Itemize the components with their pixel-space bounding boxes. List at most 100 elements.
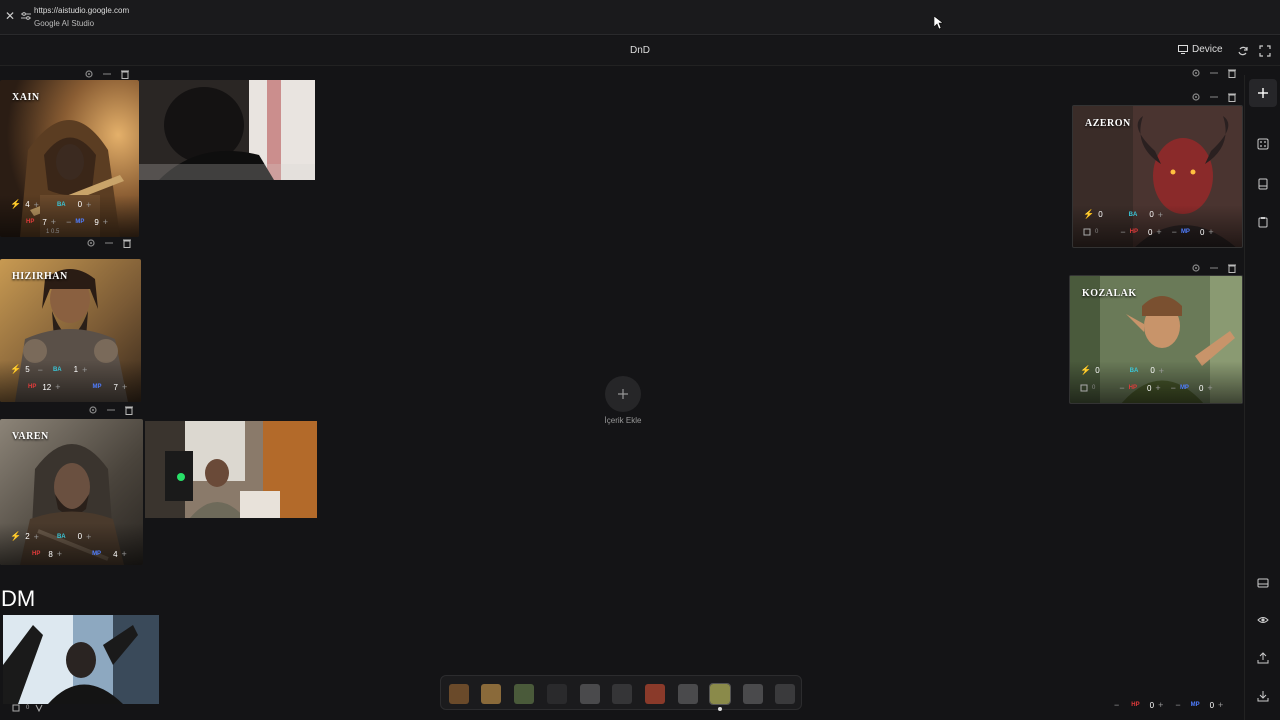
card-button[interactable] — [1249, 170, 1277, 198]
fullscreen-icon[interactable] — [1259, 45, 1271, 57]
hp-decrease[interactable]: − — [1119, 383, 1124, 393]
minimize-icon[interactable] — [106, 405, 116, 415]
mp-increase[interactable]: + — [1208, 227, 1213, 237]
minimize-icon[interactable] — [1209, 263, 1219, 273]
hp-increase[interactable]: + — [55, 382, 60, 392]
scene-thumbnail[interactable] — [514, 684, 534, 704]
scene-thumbnail[interactable] — [775, 684, 795, 704]
hp-increase[interactable]: + — [1155, 383, 1160, 393]
hp-value: 0 — [1147, 227, 1153, 237]
character-card[interactable]: VAREN ⚡ 2 + BA 0 + HP 8 + MP 4 + — [0, 419, 143, 565]
settings-icon[interactable] — [84, 69, 94, 79]
mp-increase[interactable]: + — [1207, 383, 1212, 393]
hp-increase[interactable]: + — [57, 549, 62, 559]
scene-thumbnail[interactable] — [743, 684, 763, 704]
hp-increase[interactable]: + — [1156, 227, 1161, 237]
mp-value: 4 — [113, 549, 118, 559]
mp-value: 7 — [113, 382, 118, 392]
character-card[interactable]: HIZIRHAN ⚡ 5 − BA 1 + HP 12 + MP 7 + — [0, 259, 141, 402]
mp-label: MP — [92, 551, 102, 557]
settings-icon[interactable] — [88, 405, 98, 415]
close-icon[interactable]: ✕ — [5, 10, 17, 22]
visibility-button[interactable] — [1249, 606, 1277, 634]
minimize-icon[interactable] — [1209, 92, 1219, 102]
device-button[interactable]: Device — [1178, 44, 1223, 55]
delete-icon[interactable] — [124, 405, 134, 415]
character-name: VAREN — [12, 431, 49, 442]
dice-button[interactable] — [1249, 130, 1277, 158]
dm-stats: 0 — [12, 704, 43, 712]
notes-button[interactable] — [1249, 208, 1277, 236]
device-label: Device — [1192, 44, 1223, 55]
group-controls — [1191, 68, 1237, 78]
mp-decrease[interactable]: − — [1175, 700, 1180, 710]
energy-value: 0 — [1098, 210, 1103, 219]
ba-increase[interactable]: + — [82, 365, 87, 375]
mp-increase[interactable]: + — [122, 549, 127, 559]
character-stats: ⚡ 2 + BA 0 + HP 8 + MP 4 + — [0, 523, 143, 565]
ba-increase[interactable]: + — [1159, 366, 1164, 376]
shield-icon — [12, 704, 20, 712]
character-name: AZERON — [1085, 118, 1131, 129]
mouse-cursor-icon — [934, 16, 943, 30]
mp-decrease[interactable]: − — [1171, 383, 1176, 393]
character-card[interactable]: XAIN ⚡ 4 + BA 0 + HP 7 + − MP 9 + 1 0.5 — [0, 80, 139, 237]
add-button[interactable] — [1249, 79, 1277, 107]
scene-thumbnail[interactable] — [449, 684, 469, 704]
hp-increase[interactable]: + — [51, 217, 56, 227]
mp-increase[interactable]: + — [122, 382, 127, 392]
panel-button[interactable] — [1249, 569, 1277, 597]
upload-button[interactable] — [1249, 644, 1277, 672]
mp-decrease[interactable]: − — [66, 217, 71, 227]
video-feed — [139, 80, 315, 180]
player-video — [145, 421, 317, 518]
settings-icon[interactable] — [1191, 263, 1201, 273]
scene-thumbnail[interactable] — [547, 684, 567, 704]
delete-icon[interactable] — [120, 69, 130, 79]
character-card[interactable]: KOZALAK ⚡ 0 BA 0 + 0 − HP 0 + − MP 0 + — [1069, 275, 1243, 404]
settings-icon[interactable] — [86, 238, 96, 248]
settings-icon[interactable] — [1191, 92, 1201, 102]
minimize-icon[interactable] — [1209, 68, 1219, 78]
add-content-button[interactable] — [605, 376, 641, 412]
energy-increase[interactable]: + — [34, 532, 39, 542]
hp-decrease[interactable]: − — [1114, 700, 1119, 710]
add-content-label: İçerik Ekle — [604, 416, 642, 425]
page-title: DnD — [629, 45, 650, 56]
scene-thumbnail[interactable] — [580, 684, 600, 704]
mp-increase[interactable]: + — [1218, 700, 1223, 710]
mp-increase[interactable]: + — [103, 217, 108, 227]
scene-thumbnail[interactable] — [612, 684, 632, 704]
delete-icon[interactable] — [1227, 68, 1237, 78]
url-text[interactable]: https://aistudio.google.com — [34, 6, 129, 15]
sync-icon[interactable] — [1237, 45, 1249, 57]
character-card[interactable]: AZERON ⚡ 0 BA 0 + 0 − HP 0 + − MP 0 + — [1072, 105, 1243, 248]
character-name: KOZALAK — [1082, 288, 1137, 299]
scene-thumbnail-active[interactable] — [709, 683, 731, 705]
character-stats: ⚡ 0 BA 0 + 0 − HP 0 + − MP 0 + — [1070, 361, 1242, 403]
bottom-stats: − HP 0 + − MP 0 + — [1114, 700, 1223, 710]
ba-increase[interactable]: + — [86, 200, 91, 210]
ba-increase[interactable]: + — [1158, 210, 1163, 220]
delete-icon[interactable] — [1227, 263, 1237, 273]
panel-icon — [1257, 578, 1269, 588]
ba-increase[interactable]: + — [86, 532, 91, 542]
hp-label: HP — [1131, 702, 1140, 708]
minimize-icon[interactable] — [102, 69, 112, 79]
mp-decrease[interactable]: − — [1172, 227, 1177, 237]
delete-icon[interactable] — [122, 238, 132, 248]
scene-thumbnail[interactable] — [678, 684, 698, 704]
scene-thumbnail[interactable] — [645, 684, 665, 704]
hp-decrease[interactable]: − — [1120, 227, 1125, 237]
site-settings-icon[interactable] — [21, 11, 31, 21]
hp-value: 7 — [42, 217, 47, 227]
minimize-icon[interactable] — [104, 238, 114, 248]
energy-decrease[interactable]: − — [38, 365, 43, 375]
mp-label: MP — [75, 219, 85, 225]
delete-icon[interactable] — [1227, 92, 1237, 102]
download-button[interactable] — [1249, 682, 1277, 710]
scene-thumbnail[interactable] — [481, 684, 501, 704]
energy-increase[interactable]: + — [34, 200, 39, 210]
hp-increase[interactable]: + — [1158, 700, 1163, 710]
settings-icon[interactable] — [1191, 68, 1201, 78]
